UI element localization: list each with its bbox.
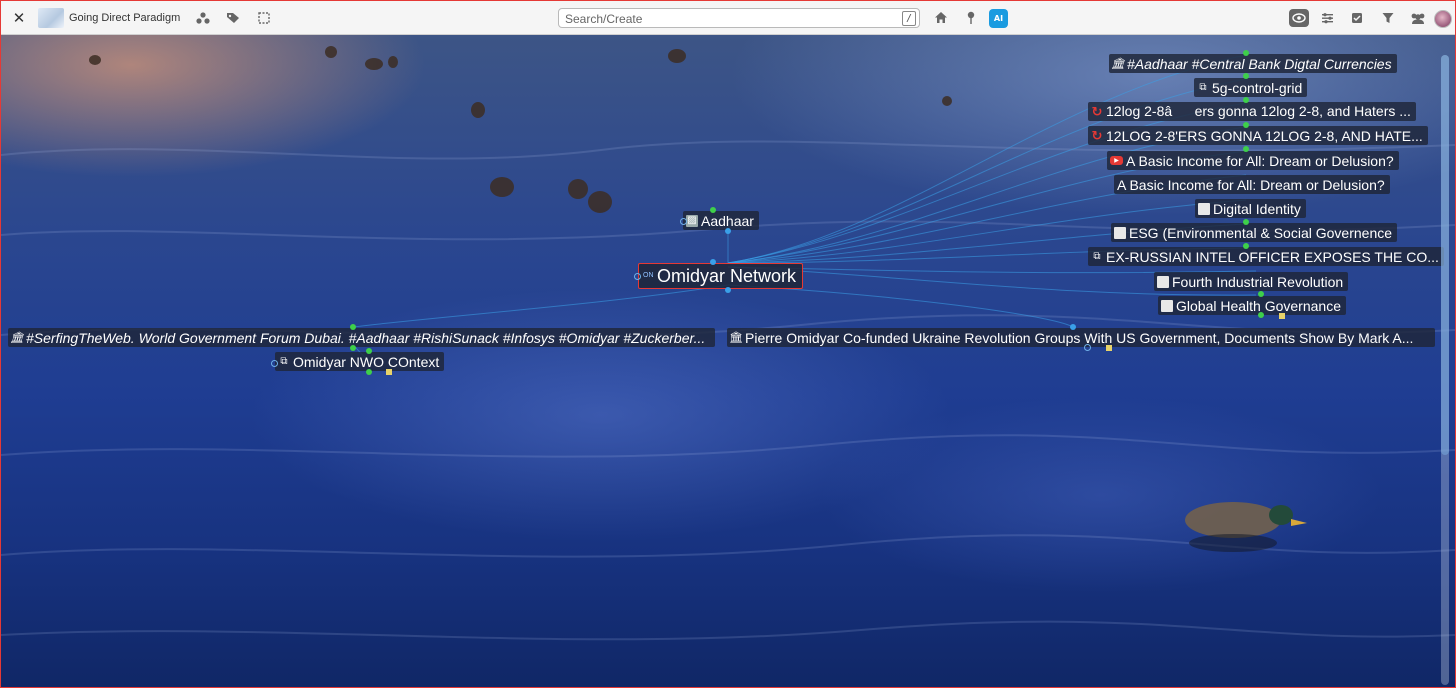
- node-pierre-omidyar-ukraine[interactable]: 🏛 Pierre Omidyar Co-funded Ukraine Revol…: [727, 328, 1435, 347]
- node-label: Aadhaar: [701, 212, 754, 229]
- node-label: 5g-control-grid: [1212, 79, 1303, 96]
- space-thumbnail[interactable]: [37, 1, 65, 34]
- node-label: EX-RUSSIAN INTEL OFFICER EXPOSES THE CO.…: [1106, 248, 1439, 265]
- bank-icon: 🏛: [1111, 58, 1125, 70]
- connector-dot[interactable]: [1243, 243, 1249, 249]
- node-5g-control-grid[interactable]: ⧉ 5g-control-grid: [1194, 78, 1308, 97]
- connector-dot[interactable]: [1070, 324, 1076, 330]
- node-label: 12log 2-8âers gonna 12log 2-8, and Hat…: [1106, 102, 1411, 119]
- note-marker[interactable]: [1279, 313, 1285, 319]
- connector-dot[interactable]: [725, 287, 731, 293]
- connector-dot[interactable]: [710, 259, 716, 265]
- connector-dot[interactable]: [710, 207, 716, 213]
- connector-dot[interactable]: [1243, 50, 1249, 56]
- tags-icon[interactable]: [221, 1, 245, 34]
- node-label: #SerfingTheWeb. World Government Forum D…: [26, 329, 706, 346]
- connector-dot[interactable]: [1243, 122, 1249, 128]
- chat-icon: ⧉: [1199, 82, 1207, 93]
- note-marker[interactable]: [386, 369, 392, 375]
- node-tags-aadhaar-cbdc[interactable]: 🏛 #Aadhaar #Central Bank Digtal Currenci…: [1109, 54, 1397, 73]
- graph-canvas[interactable]: ▨ Aadhaar ON Omidyar Network 🏛 #Aadhaar …: [1, 35, 1455, 687]
- node-12log-lower[interactable]: ↻ 12log 2-8âers gonna 12log 2-8, and H…: [1088, 102, 1416, 121]
- node-ex-russian-intel[interactable]: ⧉ EX-RUSSIAN INTEL OFFICER EXPOSES THE C…: [1088, 247, 1444, 266]
- node-12log-upper[interactable]: ↻ 12LOG 2-8'ERS GONNA 12LOG 2-8, AND HAT…: [1088, 126, 1428, 145]
- youtube-icon: ▶: [1110, 156, 1123, 165]
- users-icon[interactable]: [1406, 1, 1430, 34]
- search-input[interactable]: [563, 10, 897, 28]
- connector-dot[interactable]: [1243, 73, 1249, 79]
- node-label: Omidyar Network: [657, 265, 797, 286]
- search-shortcut-hint: /: [902, 11, 916, 26]
- node-esg[interactable]: ESG (Environmental & Social Governence: [1111, 223, 1398, 242]
- node-label: Pierre Omidyar Co-funded Ukraine Revolut…: [745, 329, 1414, 346]
- home-icon[interactable]: [929, 1, 953, 34]
- connector-ring[interactable]: [634, 273, 641, 280]
- node-label: Omidyar NWO COntext: [293, 353, 440, 370]
- document-icon: [1157, 275, 1169, 288]
- select-icon[interactable]: [252, 1, 276, 34]
- refresh-icon: ↻: [1091, 103, 1103, 119]
- node-label: #Aadhaar #Central Bank Digtal Currencies: [1127, 55, 1392, 72]
- connector-dot[interactable]: [1243, 219, 1249, 225]
- node-label: Global Health Governance: [1176, 297, 1341, 314]
- eye-icon[interactable]: [1289, 9, 1309, 27]
- node-label: Digital Identity: [1213, 200, 1301, 217]
- connector-dot[interactable]: [725, 228, 731, 234]
- top-toolbar: ✕ Going Direct Paradigm / AI: [1, 1, 1455, 35]
- connector-ring[interactable]: [680, 218, 687, 225]
- close-icon[interactable]: ✕: [9, 1, 29, 34]
- refresh-icon: ↻: [1091, 127, 1103, 143]
- node-label: 12LOG 2-8'ERS GONNA 12LOG 2-8, AND HATE.…: [1106, 127, 1423, 144]
- node-serfing-the-web[interactable]: 🏛 #SerfingTheWeb. World Government Forum…: [8, 328, 715, 347]
- connector-dot[interactable]: [1258, 291, 1264, 297]
- sliders-icon[interactable]: [1315, 1, 1339, 34]
- connector-ring[interactable]: [271, 360, 278, 367]
- node-label: A Basic Income for All: Dream or Delusio…: [1117, 176, 1385, 193]
- node-label: A Basic Income for All: Dream or Delusio…: [1126, 152, 1394, 169]
- app-window: ✕ Going Direct Paradigm / AI: [0, 0, 1456, 688]
- bank-icon: 🏛: [729, 332, 743, 344]
- connector-dot[interactable]: [350, 324, 356, 330]
- image-icon: ▨: [686, 214, 698, 227]
- document-icon: [1198, 202, 1210, 215]
- node-global-health-governance[interactable]: Global Health Governance: [1158, 296, 1346, 315]
- note-marker[interactable]: [1106, 345, 1112, 351]
- ai-icon[interactable]: AI: [989, 9, 1008, 28]
- connector-dot[interactable]: [1243, 97, 1249, 103]
- node-fourth-industrial-revolution[interactable]: Fourth Industrial Revolution: [1154, 272, 1349, 291]
- avatar[interactable]: [1434, 10, 1452, 28]
- node-digital-identity[interactable]: Digital Identity: [1195, 199, 1306, 218]
- node-omidyar-nwo-context[interactable]: ⧉ Omidyar NWO COntext: [275, 352, 445, 371]
- chat-icon: ⧉: [280, 356, 288, 367]
- document-icon: [1114, 226, 1126, 239]
- filter-icon[interactable]: [1376, 1, 1400, 34]
- node-label: ESG (Environmental & Social Governence: [1129, 224, 1393, 241]
- node-basic-income-video[interactable]: ▶ A Basic Income for All: Dream or Delus…: [1107, 151, 1399, 170]
- space-title[interactable]: Going Direct Paradigm: [69, 1, 180, 34]
- search-box[interactable]: /: [558, 8, 920, 28]
- vertical-scrollbar[interactable]: [1441, 55, 1449, 685]
- connector-dot[interactable]: [350, 345, 356, 351]
- connector-dot[interactable]: [366, 369, 372, 375]
- node-omidyar-network[interactable]: ON Omidyar Network: [638, 263, 804, 289]
- pin-icon[interactable]: [959, 1, 983, 34]
- node-basic-income[interactable]: A Basic Income for All: Dream or Delusio…: [1114, 175, 1390, 194]
- node-aadhaar[interactable]: ▨ Aadhaar: [683, 211, 759, 230]
- connector-ring[interactable]: [1084, 344, 1091, 351]
- chat-icon: ⧉: [1093, 251, 1101, 262]
- graph-icon[interactable]: [191, 1, 215, 34]
- connector-dot[interactable]: [366, 348, 372, 354]
- document-icon: [1161, 299, 1173, 312]
- connector-dot[interactable]: [1243, 146, 1249, 152]
- bank-icon: 🏛: [10, 332, 24, 344]
- node-label: Fourth Industrial Revolution: [1172, 273, 1344, 290]
- connector-dot[interactable]: [1258, 312, 1264, 318]
- central-node-badge: ON: [643, 272, 654, 279]
- scrollbar-thumb[interactable]: [1441, 55, 1449, 455]
- checkbox-icon[interactable]: [1345, 1, 1369, 34]
